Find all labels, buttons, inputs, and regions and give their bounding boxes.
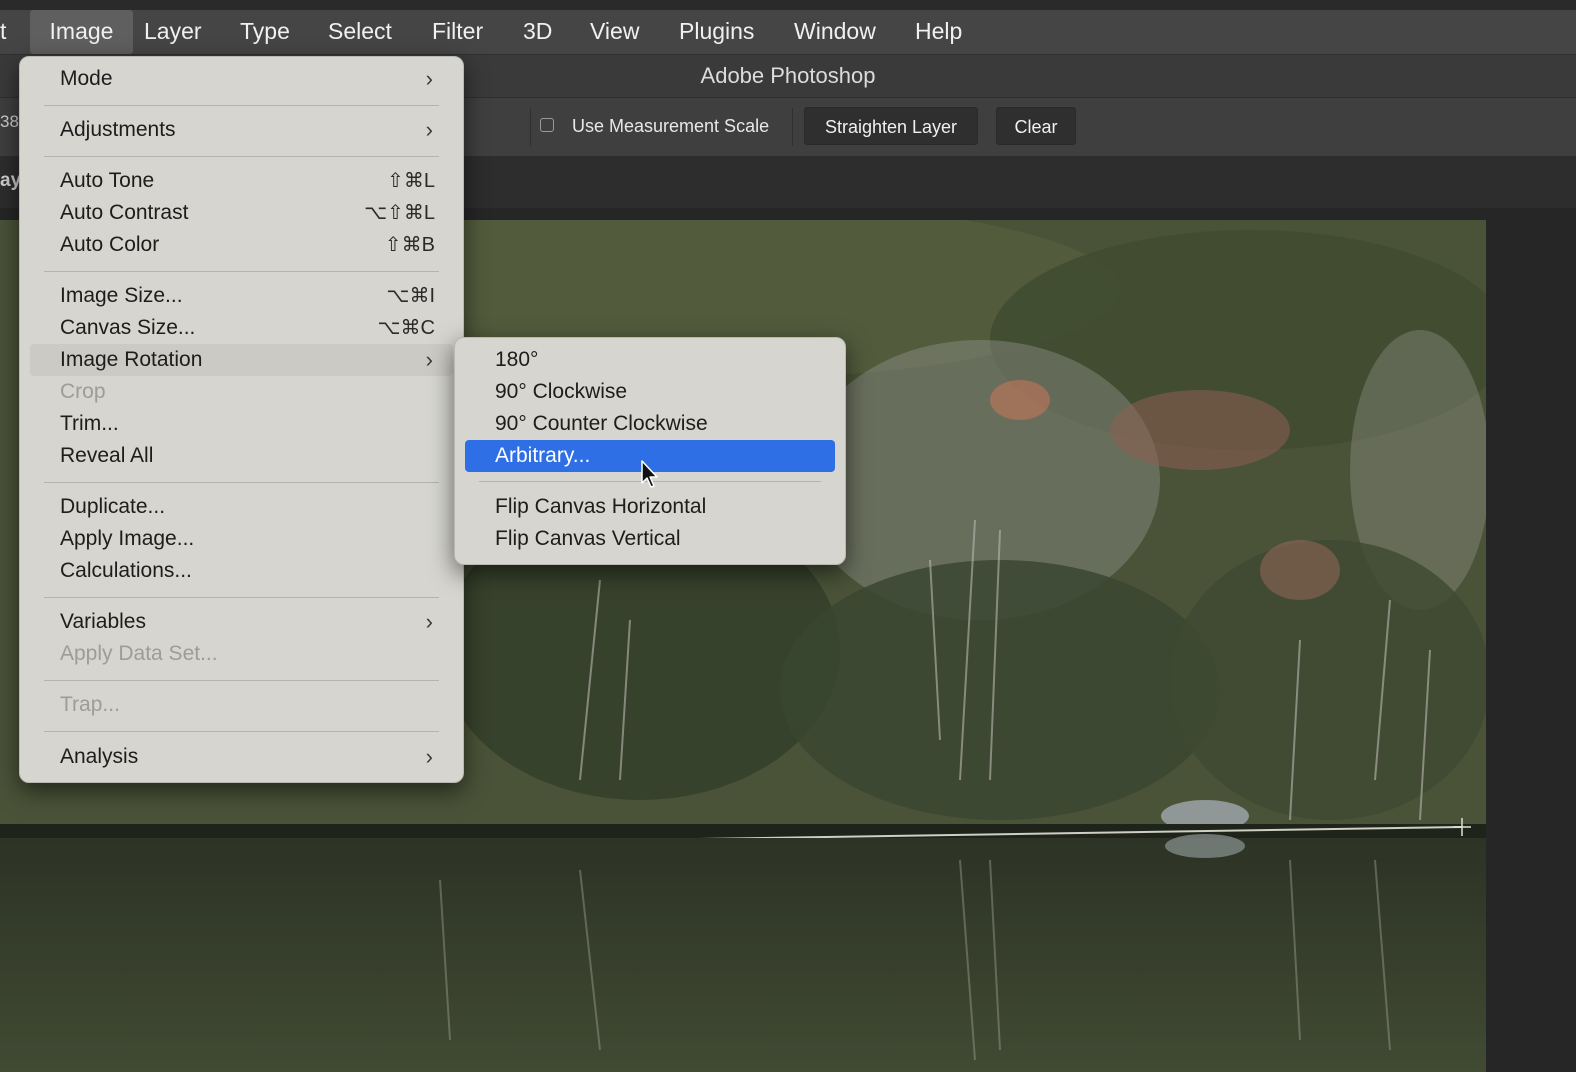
menu-divider: [44, 105, 439, 106]
menu-item-analysis[interactable]: Analysis ›: [30, 741, 453, 773]
menu-divider: [44, 597, 439, 598]
menu-item-label: Apply Image...: [60, 527, 195, 550]
menu-item-shortcut: ⇧⌘L: [387, 170, 435, 192]
menu-item-image-size[interactable]: Image Size... ⌥⌘I: [30, 280, 453, 312]
menu-help[interactable]: Help: [903, 10, 974, 54]
menu-divider: [44, 156, 439, 157]
menu-plugins[interactable]: Plugins: [667, 10, 766, 54]
menu-item-label: Crop: [60, 380, 106, 403]
options-partial-value: 38: [0, 112, 19, 131]
menu-type[interactable]: Type: [228, 10, 302, 54]
menu-item-label: Reveal All: [60, 444, 154, 467]
menu-item-label: Image Rotation: [60, 348, 203, 371]
menu-divider: [44, 271, 439, 272]
menu-item-shortcut: ⌥⌘I: [386, 285, 435, 307]
menu-item-trap: Trap...: [30, 689, 453, 721]
menu-layer[interactable]: Layer: [132, 10, 214, 54]
use-measurement-scale-label: Use Measurement Scale: [572, 116, 770, 136]
menu-3d[interactable]: 3D: [511, 10, 564, 54]
menu-item-label: Mode: [60, 67, 113, 90]
straighten-layer-button[interactable]: Straighten Layer: [804, 107, 978, 145]
menu-divider: [44, 680, 439, 681]
menu-divider: [44, 731, 439, 732]
menu-item-label: Arbitrary...: [495, 444, 591, 467]
menu-edit-partial[interactable]: t: [0, 10, 18, 54]
menu-item-label: Adjustments: [60, 118, 176, 141]
menu-item-label: Image Size...: [60, 284, 183, 307]
menu-item-label: 180°: [495, 348, 539, 371]
mouse-cursor-icon: [641, 460, 658, 488]
menu-item-variables[interactable]: Variables ›: [30, 606, 453, 638]
menu-item-auto-color[interactable]: Auto Color ⇧⌘B: [30, 229, 453, 261]
menu-item-flip-horizontal[interactable]: Flip Canvas Horizontal: [465, 491, 835, 523]
chevron-right-icon: ›: [425, 66, 433, 91]
menu-item-label: Duplicate...: [60, 495, 166, 518]
menu-item-calculations[interactable]: Calculations...: [30, 555, 453, 587]
clear-button[interactable]: Clear: [996, 107, 1076, 145]
menu-window[interactable]: Window: [782, 10, 888, 54]
menu-view[interactable]: View: [578, 10, 651, 54]
image-menu: Mode › Adjustments › Auto Tone ⇧⌘L Auto …: [19, 56, 464, 783]
menu-item-label: Flip Canvas Vertical: [495, 527, 681, 550]
menu-item-mode[interactable]: Mode ›: [30, 63, 453, 95]
chevron-right-icon: ›: [425, 117, 433, 142]
menu-item-reveal-all[interactable]: Reveal All: [30, 440, 453, 472]
use-measurement-scale-checkbox[interactable]: [540, 118, 554, 132]
menu-item-trim[interactable]: Trim...: [30, 408, 453, 440]
menu-item-canvas-size[interactable]: Canvas Size... ⌥⌘C: [30, 312, 453, 344]
menu-item-rotate-180[interactable]: 180°: [465, 344, 835, 376]
menu-item-auto-contrast[interactable]: Auto Contrast ⌥⇧⌘L: [30, 197, 453, 229]
menu-select[interactable]: Select: [316, 10, 404, 54]
chevron-right-icon: ›: [425, 347, 433, 372]
menu-filter[interactable]: Filter: [420, 10, 495, 54]
menu-item-label: Trim...: [60, 412, 119, 435]
menu-item-rotate-90-ccw[interactable]: 90° Counter Clockwise: [465, 408, 835, 440]
menu-item-label: Auto Tone: [60, 169, 155, 192]
menu-item-adjustments[interactable]: Adjustments ›: [30, 114, 453, 146]
window-top-strip: [0, 0, 1576, 10]
menu-item-image-rotation[interactable]: Image Rotation ›: [30, 344, 453, 376]
menu-item-label: Variables: [60, 610, 146, 633]
image-rotation-submenu: 180° 90° Clockwise 90° Counter Clockwise…: [454, 337, 846, 565]
options-separator: [530, 108, 531, 146]
chevron-right-icon: ›: [425, 744, 433, 769]
menu-bar: t Image Layer Type Select Filter 3D View…: [0, 10, 1576, 55]
menu-item-duplicate[interactable]: Duplicate...: [30, 491, 453, 523]
menu-item-label: 90° Clockwise: [495, 380, 628, 403]
menu-divider: [44, 482, 439, 483]
menu-item-label: Canvas Size...: [60, 316, 196, 339]
document-tab-partial[interactable]: ay: [0, 170, 21, 192]
menu-item-label: Apply Data Set...: [60, 642, 218, 665]
menu-item-label: Auto Color: [60, 233, 160, 256]
menu-item-label: 90° Counter Clockwise: [495, 412, 708, 435]
menu-item-auto-tone[interactable]: Auto Tone ⇧⌘L: [30, 165, 453, 197]
menu-item-label: Flip Canvas Horizontal: [495, 495, 707, 518]
menu-item-shortcut: ⌥⌘C: [377, 317, 436, 339]
menu-item-flip-vertical[interactable]: Flip Canvas Vertical: [465, 523, 835, 555]
menu-item-label: Auto Contrast: [60, 201, 189, 224]
menu-item-shortcut: ⇧⌘B: [384, 234, 435, 256]
menu-item-apply-data-set: Apply Data Set...: [30, 638, 453, 670]
menu-item-label: Trap...: [60, 693, 120, 716]
options-separator: [792, 108, 793, 146]
menu-item-label: Calculations...: [60, 559, 192, 582]
menu-item-apply-image[interactable]: Apply Image...: [30, 523, 453, 555]
menu-item-rotate-90-cw[interactable]: 90° Clockwise: [465, 376, 835, 408]
menu-item-shortcut: ⌥⇧⌘L: [364, 202, 435, 224]
menu-image[interactable]: Image: [30, 10, 133, 54]
menu-item-label: Analysis: [60, 745, 139, 768]
chevron-right-icon: ›: [425, 609, 433, 634]
menu-item-crop: Crop: [30, 376, 453, 408]
